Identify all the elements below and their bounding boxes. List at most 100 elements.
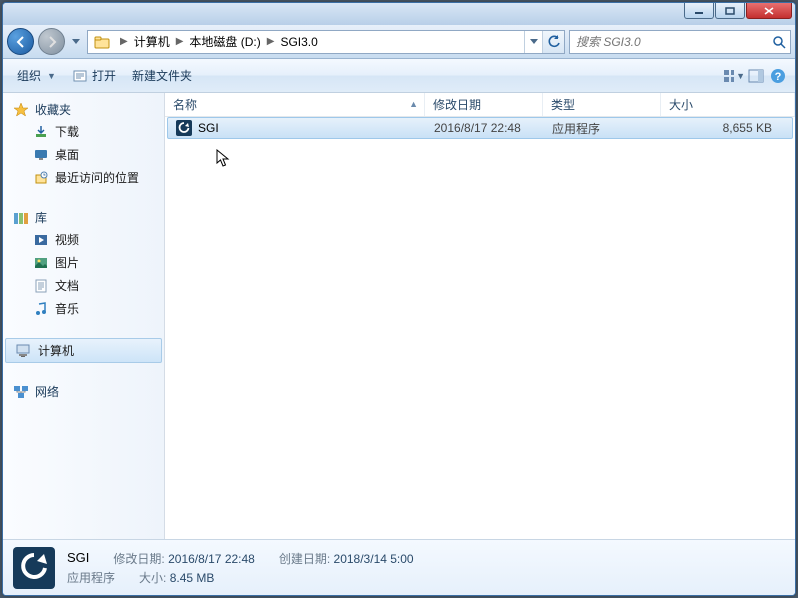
sidebar-item-music[interactable]: 音乐 xyxy=(3,297,164,320)
videos-icon xyxy=(33,232,49,248)
forward-button[interactable] xyxy=(38,28,65,55)
sidebar-favorites-label: 收藏夹 xyxy=(35,101,71,118)
column-name[interactable]: 名称 ▲ xyxy=(165,93,425,116)
explorer-window: ▶ 计算机 ▶ 本地磁盘 (D:) ▶ SGI3.0 组织 ▼ xyxy=(2,2,796,596)
new-folder-button[interactable]: 新建文件夹 xyxy=(124,63,200,88)
recent-icon xyxy=(33,170,49,186)
file-size-cell: 8,655 KB xyxy=(662,121,792,135)
address-dropdown-icon[interactable] xyxy=(524,31,542,53)
file-date-cell: 2016/8/17 22:48 xyxy=(426,121,544,135)
sidebar-item-label: 文档 xyxy=(55,277,79,294)
titlebar[interactable] xyxy=(3,3,795,25)
sidebar-item-label: 最近访问的位置 xyxy=(55,169,139,186)
open-label: 打开 xyxy=(92,67,116,84)
details-modified-value: 2016/8/17 22:48 xyxy=(168,552,255,566)
sidebar-item-recent[interactable]: 最近访问的位置 xyxy=(3,166,164,189)
preview-pane-button[interactable] xyxy=(745,65,767,87)
sidebar-item-label: 桌面 xyxy=(55,146,79,163)
sidebar-item-label: 图片 xyxy=(55,254,79,271)
column-date[interactable]: 修改日期 xyxy=(425,93,543,116)
details-pane: SGI 修改日期: 2016/8/17 22:48 创建日期: 2018/3/1… xyxy=(3,539,795,595)
help-button[interactable]: ? xyxy=(767,65,789,87)
open-button[interactable]: 打开 xyxy=(64,63,124,88)
column-label: 名称 xyxy=(173,96,197,113)
breadcrumb-separator-icon[interactable]: ▶ xyxy=(116,36,132,47)
navigation-bar: ▶ 计算机 ▶ 本地磁盘 (D:) ▶ SGI3.0 xyxy=(3,25,795,59)
maximize-button[interactable] xyxy=(715,3,745,19)
open-icon xyxy=(72,68,88,84)
toolbar: 组织 ▼ 打开 新建文件夹 ▼ ? xyxy=(3,59,795,93)
column-headers: 名称 ▲ 修改日期 类型 大小 xyxy=(165,93,795,117)
chevron-down-icon: ▼ xyxy=(47,71,56,81)
computer-icon xyxy=(16,343,32,359)
breadcrumb-separator-icon[interactable]: ▶ xyxy=(263,36,279,47)
sidebar-item-label: 视频 xyxy=(55,231,79,248)
column-label: 大小 xyxy=(669,96,693,113)
column-size[interactable]: 大小 xyxy=(661,93,795,116)
navigation-pane[interactable]: 收藏夹 下载 桌面 最近访问的位置 库 xyxy=(3,93,165,539)
sidebar-libraries-label: 库 xyxy=(35,209,47,226)
sidebar-item-label: 音乐 xyxy=(55,300,79,317)
refresh-button[interactable] xyxy=(542,31,564,53)
window-controls xyxy=(683,3,792,19)
details-created-value: 2018/3/14 5:00 xyxy=(334,552,414,566)
breadcrumb-separator-icon[interactable]: ▶ xyxy=(172,36,188,47)
file-list[interactable]: SGI 2016/8/17 22:48 应用程序 8,655 KB xyxy=(165,117,795,539)
breadcrumb-folder[interactable]: SGI3.0 xyxy=(278,35,319,49)
sidebar-item-videos[interactable]: 视频 xyxy=(3,228,164,251)
details-filename: SGI xyxy=(67,550,89,567)
sidebar-item-downloads[interactable]: 下载 xyxy=(3,120,164,143)
close-button[interactable] xyxy=(746,3,792,19)
details-size-value: 8.45 MB xyxy=(170,571,215,585)
details-size-label: 大小: xyxy=(139,571,166,585)
search-icon[interactable] xyxy=(768,31,790,53)
music-icon xyxy=(33,301,49,317)
history-dropdown-icon[interactable] xyxy=(69,32,83,52)
downloads-icon xyxy=(33,124,49,140)
details-created-label: 创建日期: xyxy=(279,552,330,566)
view-options-button[interactable]: ▼ xyxy=(723,65,745,87)
app-icon xyxy=(176,120,192,136)
organize-button[interactable]: 组织 ▼ xyxy=(9,63,64,88)
address-bar[interactable]: ▶ 计算机 ▶ 本地磁盘 (D:) ▶ SGI3.0 xyxy=(87,30,565,54)
sort-ascending-icon: ▲ xyxy=(409,99,418,109)
sidebar-libraries-group: 库 视频 图片 文档 音乐 xyxy=(3,207,164,320)
column-label: 修改日期 xyxy=(433,96,481,113)
star-icon xyxy=(13,102,29,118)
folder-icon xyxy=(92,32,112,52)
column-label: 类型 xyxy=(551,96,575,113)
sidebar-network-group: 网络 xyxy=(3,381,164,402)
file-type-cell: 应用程序 xyxy=(544,120,662,137)
sidebar-item-documents[interactable]: 文档 xyxy=(3,274,164,297)
sidebar-item-network[interactable]: 网络 xyxy=(3,381,164,402)
sidebar-item-label: 下载 xyxy=(55,123,79,140)
details-app-icon xyxy=(13,547,55,589)
breadcrumb-drive[interactable]: 本地磁盘 (D:) xyxy=(187,33,262,50)
svg-text:?: ? xyxy=(775,71,782,83)
sidebar-item-pictures[interactable]: 图片 xyxy=(3,251,164,274)
file-name-cell: SGI xyxy=(168,120,426,136)
sidebar-item-desktop[interactable]: 桌面 xyxy=(3,143,164,166)
sidebar-computer-group: 计算机 xyxy=(3,338,164,363)
file-row[interactable]: SGI 2016/8/17 22:48 应用程序 8,655 KB xyxy=(167,117,793,139)
desktop-icon xyxy=(33,147,49,163)
file-name: SGI xyxy=(198,121,219,135)
column-type[interactable]: 类型 xyxy=(543,93,661,116)
search-box[interactable] xyxy=(569,30,791,54)
back-button[interactable] xyxy=(7,28,34,55)
new-folder-label: 新建文件夹 xyxy=(132,67,192,84)
details-filetype: 应用程序 xyxy=(67,569,115,586)
sidebar-item-label: 计算机 xyxy=(38,342,74,359)
libraries-icon xyxy=(13,210,29,226)
sidebar-item-computer[interactable]: 计算机 xyxy=(5,338,162,363)
pictures-icon xyxy=(33,255,49,271)
sidebar-libraries-header[interactable]: 库 xyxy=(3,207,164,228)
sidebar-favorites-header[interactable]: 收藏夹 xyxy=(3,99,164,120)
minimize-button[interactable] xyxy=(684,3,714,19)
search-input[interactable] xyxy=(570,31,768,53)
explorer-body: 收藏夹 下载 桌面 最近访问的位置 库 xyxy=(3,93,795,539)
breadcrumb-computer[interactable]: 计算机 xyxy=(132,33,172,50)
file-list-pane: 名称 ▲ 修改日期 类型 大小 SGI 2016/8/17 22:48 应用程 xyxy=(165,93,795,539)
organize-label: 组织 xyxy=(17,67,41,84)
details-text: SGI 修改日期: 2016/8/17 22:48 创建日期: 2018/3/1… xyxy=(67,550,414,586)
